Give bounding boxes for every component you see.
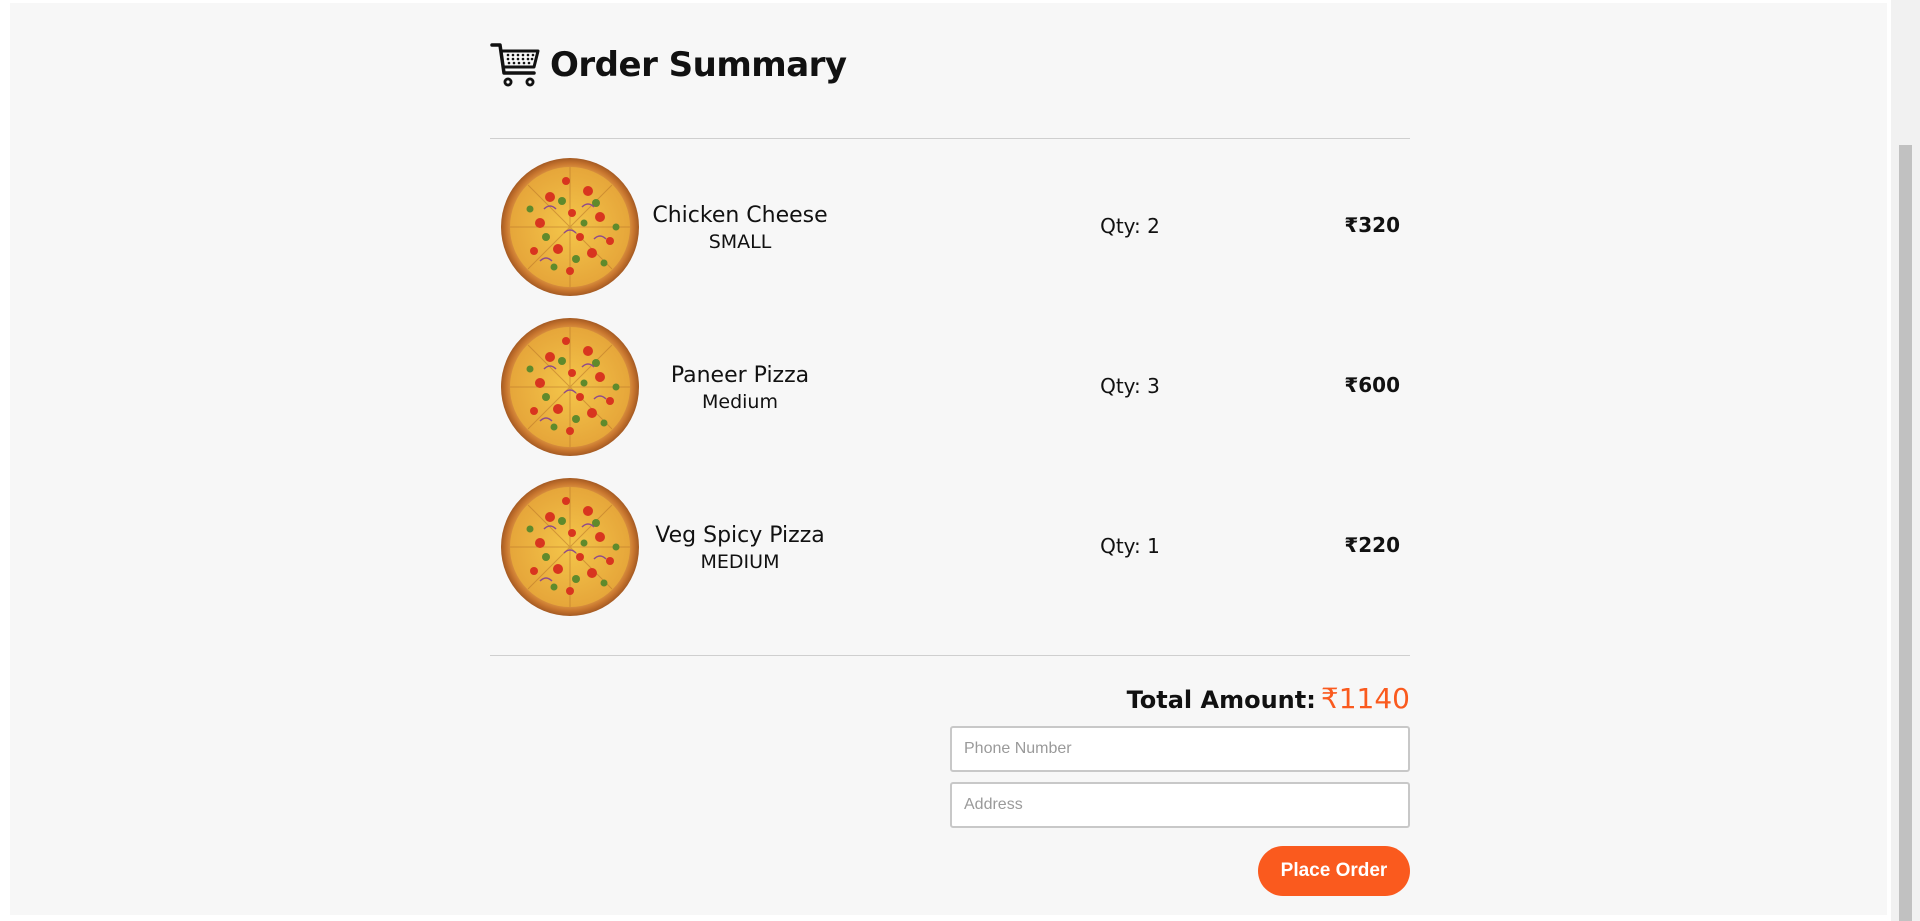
order-summary-container: Order Summary Chicken Cheese SMALL Qty: … [490, 3, 1410, 896]
pizza-image [500, 477, 640, 617]
vertical-scrollbar[interactable] [1891, 0, 1920, 921]
scrollbar-thumb[interactable] [1899, 145, 1912, 921]
item-info: Paneer Pizza Medium [650, 362, 830, 414]
item-size: MEDIUM [700, 551, 780, 573]
item-quantity: Qty: 1 [1100, 534, 1160, 558]
checkout-form [950, 726, 1410, 772]
address-input[interactable] [950, 782, 1410, 828]
order-item: Paneer Pizza Medium Qty: 3 ₹600 [490, 317, 1410, 477]
item-name: Veg Spicy Pizza [655, 523, 825, 548]
item-quantity: Qty: 3 [1100, 374, 1160, 398]
order-items-list: Chicken Cheese SMALL Qty: 2 ₹320 Paneer … [490, 139, 1410, 656]
place-order-button[interactable]: Place Order [1258, 846, 1410, 896]
item-info: Chicken Cheese SMALL [650, 202, 830, 254]
item-price: ₹600 [1344, 373, 1400, 397]
total-value: ₹1140 [1320, 682, 1410, 715]
item-name: Chicken Cheese [652, 203, 828, 228]
phone-number-input[interactable] [950, 726, 1410, 772]
item-size: Medium [702, 391, 778, 413]
shopping-cart-icon [490, 42, 540, 86]
order-item: Veg Spicy Pizza MEDIUM Qty: 1 ₹220 [490, 477, 1410, 637]
item-quantity: Qty: 2 [1100, 214, 1160, 238]
pizza-image [500, 157, 640, 297]
item-price: ₹320 [1344, 213, 1400, 237]
item-name: Paneer Pizza [670, 363, 810, 388]
checkout-form-address [950, 782, 1410, 828]
page-title: Order Summary [550, 44, 847, 85]
order-item: Chicken Cheese SMALL Qty: 2 ₹320 [490, 157, 1410, 317]
item-info: Veg Spicy Pizza MEDIUM [650, 522, 830, 574]
page-viewport: Order Summary Chicken Cheese SMALL Qty: … [10, 3, 1887, 915]
pizza-image [500, 317, 640, 457]
item-price: ₹220 [1344, 533, 1400, 557]
total-label: Total Amount: [1126, 686, 1316, 714]
order-total: Total Amount: ₹1140 [490, 682, 1410, 715]
order-summary-header: Order Summary [490, 3, 1410, 139]
item-size: SMALL [708, 231, 772, 253]
